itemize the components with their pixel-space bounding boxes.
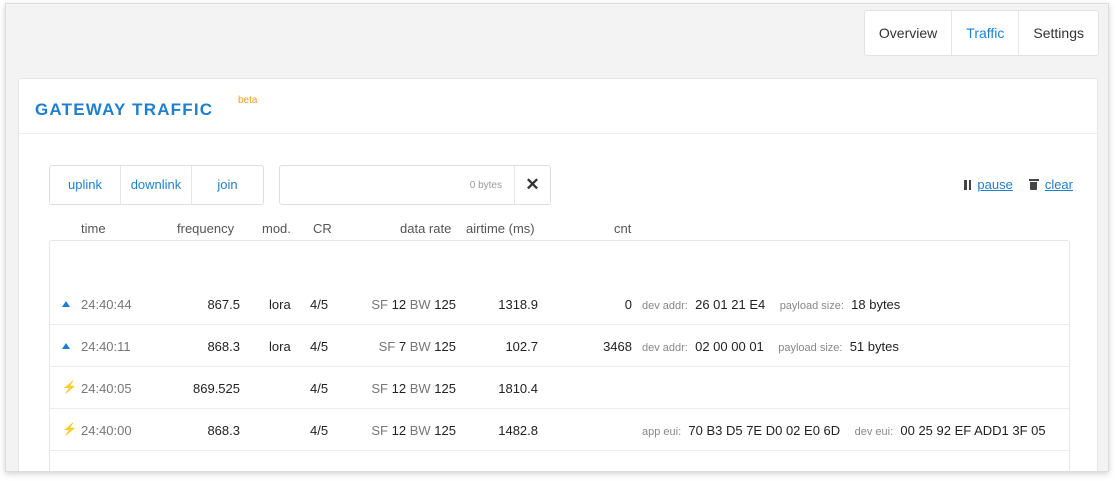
field-value-1: 02 00 00 01 [695, 339, 764, 354]
field-key-2: payload size: [778, 342, 843, 354]
row-data-rate: SF 12 BW 125 [340, 423, 456, 438]
panel-header: GATEWAY TRAFFIC beta [19, 79, 1097, 134]
filter-uplink[interactable]: uplink [50, 166, 121, 204]
beta-badge: beta [238, 95, 258, 106]
col-time: time [81, 221, 106, 236]
row-fields: dev addr: 02 00 00 01 payload size: 51 b… [642, 339, 899, 354]
bw-value: 125 [434, 339, 456, 354]
col-mod: mod. [262, 221, 291, 236]
row-airtime: 1810.4 [498, 381, 538, 396]
direction-filters: uplink downlink join [49, 165, 264, 205]
bw-label: BW [409, 339, 431, 354]
close-icon[interactable]: ✕ [514, 166, 550, 204]
table-header: time frequency mod. CR data rate airtime… [49, 216, 1070, 240]
field-value-1: 26 01 21 E4 [695, 297, 766, 312]
pause-button[interactable]: pause [964, 177, 1013, 192]
sf-label: SF [371, 297, 388, 312]
row-airtime: 102.7 [505, 339, 538, 354]
row-time: 24:40:11 [81, 339, 131, 354]
col-airtime: airtime (ms) [466, 221, 535, 236]
tab-traffic[interactable]: Traffic [952, 11, 1020, 55]
tab-settings[interactable]: Settings [1019, 11, 1098, 55]
clear-button[interactable]: clear [1028, 177, 1073, 192]
row-fields: app eui: 70 B3 D5 7E D0 02 E0 6D dev eui… [642, 423, 1046, 438]
row-mod: lora [269, 297, 291, 312]
row-fields [642, 381, 667, 396]
table-row[interactable]: ⚡ 24:40:05 869.525 4/5 SF 12 BW 125 1810… [50, 367, 1069, 409]
field-value-1: 70 B3 D5 7E D0 02 E0 6D [688, 423, 841, 438]
bw-value: 125 [434, 297, 456, 312]
row-data-rate: SF 7 BW 125 [340, 339, 456, 354]
field-value-2: 00 25 92 EF ADD1 3F 05 [900, 423, 1046, 438]
row-frequency: 868.3 [207, 423, 240, 438]
row-data-rate: SF 12 BW 125 [340, 381, 456, 396]
row-cr: 4/5 [310, 381, 329, 396]
gateway-traffic-panel: GATEWAY TRAFFIC beta uplink downlink joi… [18, 78, 1098, 471]
sf-value: 12 [391, 381, 407, 396]
field-key-2: dev eui: [854, 426, 894, 438]
filter-downlink[interactable]: downlink [121, 166, 192, 204]
app-window: Overview Traffic Settings GATEWAY TRAFFI… [5, 3, 1109, 472]
sf-value: 7 [398, 339, 407, 354]
arrow-up-icon [62, 343, 70, 349]
sf-value: 12 [391, 297, 407, 312]
field-value-2: 51 bytes [849, 339, 899, 354]
bw-value: 125 [434, 381, 456, 396]
field-key-1: dev addr: [642, 342, 688, 354]
sf-label: SF [371, 423, 388, 438]
row-data-rate: SF 12 BW 125 [340, 297, 456, 312]
row-frequency: 868.3 [207, 339, 240, 354]
pause-icon [964, 179, 972, 190]
field-key-1: app eui: [642, 426, 682, 438]
table-row-empty [50, 451, 1069, 471]
top-tabs: Overview Traffic Settings [863, 10, 1099, 56]
col-cnt: cnt [614, 221, 632, 236]
panel-title: GATEWAY TRAFFIC [35, 100, 214, 119]
row-airtime: 1482.8 [498, 423, 538, 438]
sf-label: SF [371, 381, 388, 396]
bw-value: 125 [434, 423, 456, 438]
table-row[interactable]: 24:40:11 868.3 lora 4/5 SF 7 BW 125 102.… [50, 325, 1069, 367]
row-cnt: 0 [624, 297, 632, 312]
row-cnt: 3468 [603, 339, 632, 354]
row-airtime: 1318.9 [498, 297, 538, 312]
trash-icon [1028, 179, 1039, 190]
bw-label: BW [409, 297, 431, 312]
row-time: 24:40:00 [81, 423, 132, 438]
bw-label: BW [409, 423, 431, 438]
table-row[interactable]: ⚡ 24:40:00 868.3 4/5 SF 12 BW 125 1482.8… [50, 409, 1069, 451]
field-value-2: 18 bytes [851, 297, 901, 312]
pause-label: pause [977, 177, 1013, 192]
col-frequency: frequency [177, 221, 235, 236]
row-cr: 4/5 [310, 297, 329, 312]
row-fields: dev addr: 26 01 21 E4 payload size: 18 b… [642, 297, 900, 312]
col-data-rate: data rate [400, 221, 452, 236]
clear-label: clear [1044, 177, 1073, 192]
bw-label: BW [409, 381, 431, 396]
row-cr: 4/5 [310, 423, 329, 438]
arrow-up-icon [62, 301, 70, 307]
traffic-table: 24:40:44 867.5 lora 4/5 SF 12 BW 125 131… [49, 240, 1070, 471]
row-time: 24:40:44 [81, 297, 132, 312]
field-key-1: dev addr: [642, 300, 688, 312]
row-time: 24:40:05 [81, 381, 132, 396]
sf-value: 12 [391, 423, 407, 438]
row-cr: 4/5 [310, 339, 329, 354]
col-cr: CR [313, 221, 332, 236]
table-row[interactable]: 24:40:44 867.5 lora 4/5 SF 12 BW 125 131… [50, 283, 1069, 325]
bolt-green-icon: ⚡ [62, 380, 77, 394]
filter-input[interactable] [280, 166, 514, 204]
row-frequency: 869.525 [193, 381, 240, 396]
filter-join[interactable]: join [192, 166, 263, 204]
traffic-controls: pause clear [964, 177, 1073, 192]
row-mod: lora [269, 339, 291, 354]
bolt-orange-icon: ⚡ [62, 422, 77, 436]
row-frequency: 867.5 [207, 297, 240, 312]
sf-label: SF [378, 339, 396, 354]
filter-search: ✕ [279, 165, 551, 205]
field-key-2: payload size: [779, 300, 844, 312]
tab-overview[interactable]: Overview [865, 11, 953, 55]
